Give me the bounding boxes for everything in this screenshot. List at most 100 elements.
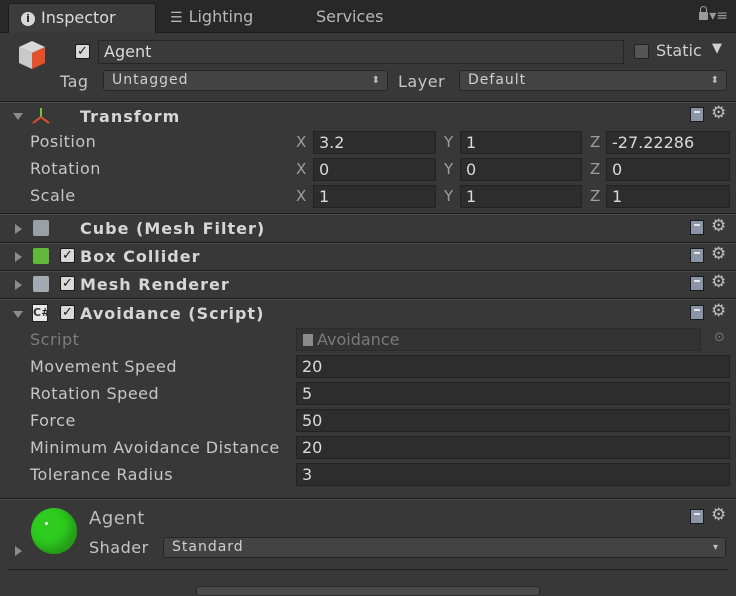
layer-dropdown[interactable]: Default ⬍ — [459, 70, 727, 91]
movement-speed-label: Movement Speed — [30, 357, 177, 376]
foldout-arrow-transform[interactable] — [13, 113, 23, 120]
script-value: Avoidance — [317, 330, 400, 349]
box-collider-icon — [33, 248, 49, 264]
divider — [0, 243, 736, 244]
add-component-button[interactable] — [196, 586, 540, 596]
divider — [0, 214, 736, 215]
gear-icon[interactable]: ⚙ — [711, 216, 726, 236]
script-icon: C# — [32, 304, 50, 322]
lighting-icon: ☰ — [170, 10, 183, 26]
gear-icon[interactable]: ⚙ — [711, 244, 726, 264]
foldout-arrow-avoidance[interactable] — [13, 311, 23, 318]
script-field: Avoidance — [296, 328, 701, 351]
object-name-field[interactable]: Agent — [98, 40, 624, 64]
static-checkbox[interactable] — [634, 44, 649, 59]
tab-bar: i Inspector ☰ Lighting Services ▾≡ — [0, 0, 736, 33]
gear-icon[interactable]: ⚙ — [711, 301, 726, 321]
mesh-renderer-icon — [33, 276, 49, 292]
tab-inspector[interactable]: i Inspector — [8, 3, 156, 33]
highlight-dot — [45, 522, 48, 525]
rotation-x-field[interactable]: 0 — [313, 158, 436, 181]
axis-y-label[interactable]: Y — [444, 160, 453, 178]
tag-value: Untagged — [112, 72, 189, 88]
help-book-icon[interactable] — [690, 248, 704, 263]
divider — [0, 299, 736, 300]
min-avoidance-distance-field[interactable]: 20 — [296, 436, 730, 459]
rotation-label: Rotation — [30, 159, 101, 178]
rotation-speed-label: Rotation Speed — [30, 384, 160, 403]
layer-value: Default — [468, 72, 527, 88]
axis-y-label[interactable]: Y — [444, 133, 453, 151]
lock-icon[interactable] — [699, 6, 708, 20]
tag-label: Tag — [60, 72, 89, 91]
divider — [0, 271, 736, 272]
axis-x-label[interactable]: X — [296, 133, 306, 151]
axis-x-label[interactable]: X — [296, 160, 306, 178]
help-book-icon[interactable] — [690, 305, 704, 320]
tab-lighting[interactable]: ☰ Lighting — [170, 3, 290, 32]
force-field[interactable]: 50 — [296, 409, 730, 432]
divider — [0, 499, 736, 500]
rotation-y-field[interactable]: 0 — [460, 158, 582, 181]
tab-lighting-label: Lighting — [188, 7, 254, 26]
layer-label: Layer — [398, 72, 446, 91]
transform-title: Transform — [80, 107, 181, 126]
material-name: Agent — [89, 508, 145, 529]
movement-speed-field[interactable]: 20 — [296, 355, 730, 378]
static-label: Static — [656, 41, 702, 60]
foldout-arrow-box-collider[interactable] — [15, 252, 22, 262]
min-avoidance-distance-label: Minimum Avoidance Distance — [30, 438, 280, 457]
divider — [0, 102, 736, 103]
tag-dropdown[interactable]: Untagged ⬍ — [103, 70, 388, 91]
axis-z-label[interactable]: Z — [590, 133, 600, 151]
static-dropdown-icon[interactable]: ▼ — [712, 41, 722, 56]
box-collider-title: Box Collider — [80, 247, 201, 266]
shader-label: Shader — [89, 538, 149, 557]
material-preview — [31, 508, 77, 554]
script-asset-icon — [303, 334, 313, 346]
panel-menu-icon[interactable]: ▾≡ — [709, 8, 728, 24]
foldout-arrow-mesh-filter[interactable] — [15, 224, 22, 234]
mesh-renderer-checkbox[interactable]: ✓ — [60, 276, 75, 291]
mesh-renderer-title: Mesh Renderer — [80, 275, 230, 294]
shader-dropdown[interactable]: Standard ▾ — [163, 537, 726, 558]
divider — [8, 569, 728, 570]
foldout-arrow-mesh-renderer[interactable] — [15, 280, 22, 290]
help-book-icon[interactable] — [690, 509, 704, 524]
axis-x-label[interactable]: X — [296, 187, 306, 205]
axis-z-label[interactable]: Z — [590, 187, 600, 205]
tab-inspector-label: Inspector — [41, 8, 116, 27]
transform-icon — [30, 106, 52, 126]
axis-z-label[interactable]: Z — [590, 160, 600, 178]
help-book-icon[interactable] — [690, 276, 704, 291]
object-picker-icon[interactable]: ⊙ — [714, 330, 725, 345]
tolerance-radius-field[interactable]: 3 — [296, 463, 730, 486]
position-y-field[interactable]: 1 — [460, 131, 582, 154]
help-book-icon[interactable] — [690, 220, 704, 235]
axis-y-label[interactable]: Y — [444, 187, 453, 205]
active-checkbox[interactable]: ✓ — [75, 44, 90, 59]
position-z-field[interactable]: -27.22286 — [606, 131, 730, 154]
gear-icon[interactable]: ⚙ — [711, 272, 726, 292]
position-x-field[interactable]: 3.2 — [313, 131, 436, 154]
scale-y-field[interactable]: 1 — [460, 185, 582, 208]
force-label: Force — [30, 411, 76, 430]
scale-label: Scale — [30, 186, 76, 205]
gear-icon[interactable]: ⚙ — [711, 103, 726, 123]
rotation-z-field[interactable]: 0 — [606, 158, 730, 181]
tab-services[interactable]: Services — [316, 3, 416, 32]
avoidance-checkbox[interactable]: ✓ — [60, 305, 75, 320]
gear-icon[interactable]: ⚙ — [711, 505, 726, 525]
foldout-arrow-material[interactable] — [15, 546, 22, 556]
info-icon: i — [21, 4, 35, 32]
mesh-filter-title: Cube (Mesh Filter) — [80, 219, 266, 238]
rotation-speed-field[interactable]: 5 — [296, 382, 730, 405]
help-book-icon[interactable] — [690, 107, 704, 122]
avoidance-title: Avoidance (Script) — [80, 304, 265, 323]
script-label: Script — [30, 330, 80, 349]
shader-value: Standard — [172, 539, 244, 555]
box-collider-checkbox[interactable]: ✓ — [60, 248, 75, 263]
scale-x-field[interactable]: 1 — [313, 185, 436, 208]
scale-z-field[interactable]: 1 — [606, 185, 730, 208]
position-label: Position — [30, 132, 97, 151]
